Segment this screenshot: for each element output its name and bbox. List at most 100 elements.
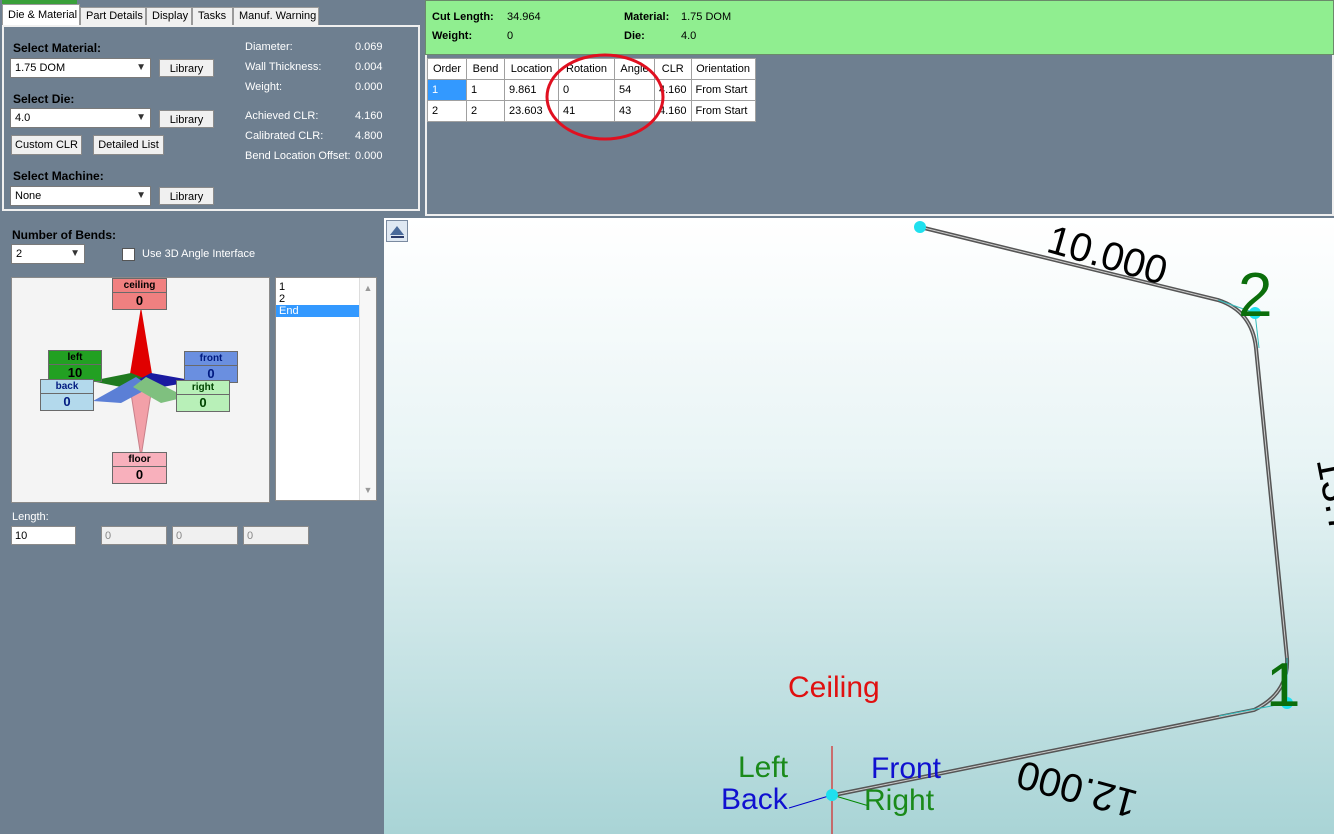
- col-orientation[interactable]: Orientation: [690, 58, 756, 80]
- ceiling-label[interactable]: ceiling 0: [112, 278, 167, 310]
- floor-title: floor: [113, 453, 166, 467]
- bend-number-label: 2: [1238, 261, 1272, 330]
- chevron-up-icon: ▲: [363, 283, 373, 293]
- machine-select[interactable]: None ▼: [10, 186, 151, 206]
- calibrated-clr-value: 4.800: [355, 130, 383, 142]
- machine-library-button[interactable]: Library: [159, 187, 214, 205]
- select-die-label: Select Die:: [13, 92, 75, 106]
- back-value: 0: [63, 394, 71, 409]
- die-select-value: 4.0: [15, 112, 31, 124]
- number-of-bends-label: Number of Bends:: [12, 228, 117, 242]
- die-library-button[interactable]: Library: [159, 110, 214, 128]
- length-field-4[interactable]: [243, 526, 309, 545]
- cell-order[interactable]: 1: [427, 79, 467, 101]
- col-order[interactable]: Order: [427, 58, 467, 80]
- bend-list[interactable]: 1 2 End ▲ ▼: [275, 277, 377, 501]
- axis-front-label: Front: [871, 752, 942, 785]
- length-input[interactable]: [11, 526, 76, 545]
- list-item[interactable]: End: [276, 305, 359, 317]
- floor-label[interactable]: floor 0: [112, 452, 167, 484]
- dimension-label: 10.000: [1042, 218, 1172, 294]
- achieved-clr-label: Achieved CLR:: [245, 110, 319, 122]
- ceiling-value: 0: [135, 293, 144, 308]
- col-bend[interactable]: Bend: [466, 58, 505, 80]
- tab-die-material[interactable]: Die & Material: [2, 4, 80, 26]
- tab-display[interactable]: Display: [146, 7, 192, 26]
- right-value: 0: [199, 395, 207, 410]
- chevron-down-icon: ▼: [70, 248, 80, 259]
- select-machine-label: Select Machine:: [13, 169, 104, 183]
- die-summary-value: 4.0: [681, 30, 697, 42]
- material-select-value: 1.75 DOM: [15, 62, 66, 74]
- die-select[interactable]: 4.0 ▼: [10, 108, 151, 128]
- weight-summary-value: 0: [507, 30, 514, 42]
- left-label[interactable]: left 10: [48, 350, 102, 382]
- front-title: front: [185, 352, 237, 366]
- chevron-down-icon: ▼: [363, 485, 373, 495]
- material-summary-label: Material:: [624, 11, 670, 23]
- use-3d-checkbox[interactable]: [122, 248, 135, 261]
- axis-left-label: Left: [738, 751, 789, 784]
- length-field-3[interactable]: [172, 526, 238, 545]
- annotation-ellipse: [545, 53, 665, 141]
- front-label[interactable]: front 0: [184, 351, 238, 383]
- weight-value: 0.000: [355, 81, 383, 93]
- select-material-label: Select Material:: [13, 41, 102, 55]
- back-label[interactable]: back 0: [40, 379, 94, 411]
- chevron-down-icon: ▼: [136, 112, 146, 123]
- ceiling-arrow: [129, 307, 153, 380]
- weight-summary-label: Weight:: [432, 30, 473, 42]
- achieved-clr-value: 4.160: [355, 110, 383, 122]
- bend-number-label: 1: [1266, 651, 1300, 720]
- bend-offset-value: 0.000: [355, 150, 383, 162]
- cell-orientation[interactable]: From Start: [690, 100, 756, 122]
- bend-offset-label: Bend Location Offset:: [245, 150, 351, 162]
- front-axis: [788, 794, 833, 809]
- material-library-button[interactable]: Library: [159, 59, 214, 77]
- right-title: right: [177, 381, 229, 395]
- summary-bar: Cut Length: 34.964 Weight: 0 Material: 1…: [425, 0, 1334, 55]
- start-node[interactable]: [914, 221, 926, 233]
- cell-bend[interactable]: 2: [466, 100, 505, 122]
- diameter-label: Diameter:: [245, 41, 293, 53]
- right-label[interactable]: right 0: [176, 380, 230, 412]
- calibrated-clr-label: Calibrated CLR:: [245, 130, 324, 142]
- wall-thickness-value: 0.004: [355, 61, 383, 73]
- axis-right-label: Right: [864, 784, 935, 817]
- cell-bend[interactable]: 1: [466, 79, 505, 101]
- axis-ceiling-label: Ceiling: [788, 671, 880, 704]
- weight-label: Weight:: [245, 81, 283, 93]
- material-select[interactable]: 1.75 DOM ▼: [10, 58, 151, 78]
- material-summary-value: 1.75 DOM: [681, 11, 732, 23]
- back-title: back: [41, 380, 93, 394]
- axis-back-label: Back: [721, 783, 789, 816]
- floor-arrow: [129, 386, 153, 458]
- tab-strip: Die & Material Part Details Display Task…: [0, 0, 422, 26]
- custom-clr-button[interactable]: Custom CLR: [11, 135, 82, 155]
- dimension-label: 13.748: [1308, 453, 1334, 581]
- floor-value: 0: [135, 467, 144, 482]
- cut-length-value: 34.964: [507, 11, 541, 23]
- left-title: left: [49, 351, 101, 365]
- machine-select-value: None: [15, 190, 42, 202]
- cell-order[interactable]: 2: [427, 100, 467, 122]
- use-3d-label: Use 3D Angle Interface: [142, 248, 256, 260]
- diameter-value: 0.069: [355, 41, 383, 53]
- front-value: 0: [207, 366, 215, 381]
- chevron-down-icon: ▼: [136, 190, 146, 201]
- tab-tasks[interactable]: Tasks: [192, 7, 233, 26]
- list-scrollbar[interactable]: ▲ ▼: [359, 278, 376, 500]
- die-summary-label: Die:: [624, 30, 645, 42]
- tube-drawing: 10.000 13.748 12.000 2 1 Ceiling Left Fr…: [721, 218, 1334, 834]
- number-of-bends-select[interactable]: 2 ▼: [11, 244, 85, 264]
- dimension-label: 12.000: [1012, 751, 1142, 825]
- cell-orientation[interactable]: From Start: [690, 79, 756, 101]
- length-field-2[interactable]: [101, 526, 167, 545]
- left-value: 10: [67, 365, 83, 380]
- end-node[interactable]: [826, 789, 838, 801]
- tube-path: [833, 225, 1290, 797]
- number-of-bends-value: 2: [16, 248, 23, 260]
- detailed-list-button[interactable]: Detailed List: [93, 135, 164, 155]
- tab-part-details[interactable]: Part Details: [80, 7, 146, 26]
- tab-manuf-warning[interactable]: Manuf. Warning: [233, 7, 319, 26]
